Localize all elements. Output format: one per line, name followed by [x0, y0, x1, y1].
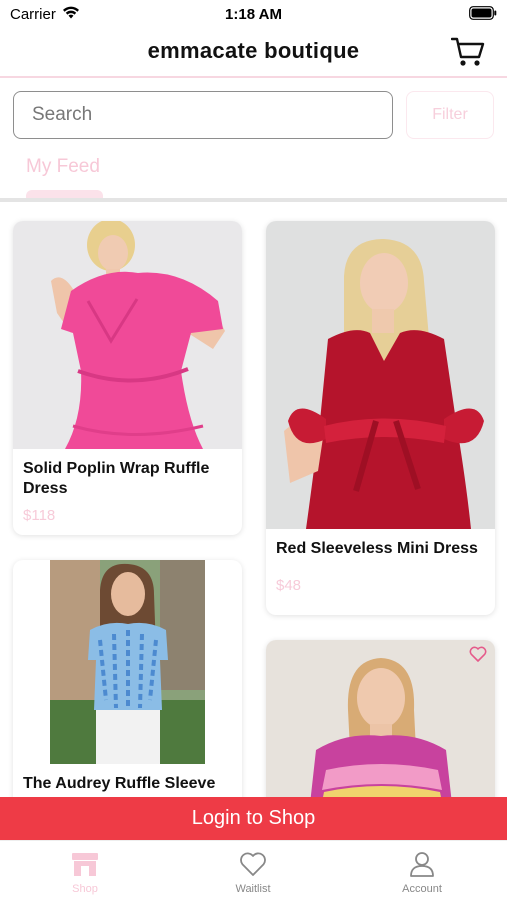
battery-icon	[469, 6, 497, 20]
search-input[interactable]	[13, 91, 393, 139]
tab-waitlist[interactable]: Waitlist	[193, 851, 313, 895]
tab-waitlist-label: Waitlist	[235, 883, 271, 895]
heart-icon	[240, 852, 266, 876]
tab-account[interactable]: Account	[362, 851, 482, 895]
product-card[interactable]: The Audrey Ruffle Sleeve Top	[13, 560, 242, 820]
login-to-shop-button[interactable]: Login to Shop	[0, 797, 507, 840]
filter-button[interactable]: Filter	[406, 91, 494, 139]
favorite-heart-icon[interactable]	[469, 646, 487, 662]
product-card[interactable]: Solid Poplin Wrap Ruffle Dress $118	[13, 221, 242, 535]
product-card[interactable]: Red Sleeveless Mini Dress $48	[266, 221, 495, 615]
tab-shop[interactable]: Shop	[25, 851, 145, 895]
bottom-tab-bar: Shop Waitlist Account	[0, 840, 507, 900]
tab-my-feed[interactable]: My Feed	[26, 156, 100, 178]
tabs-divider	[0, 198, 507, 202]
cart-icon[interactable]	[451, 36, 485, 68]
app-header: emmacate boutique	[0, 28, 507, 78]
product-price: $118	[23, 507, 56, 524]
clock-time: 1:18 AM	[225, 6, 282, 23]
product-name: Solid Poplin Wrap Ruffle Dress	[23, 460, 210, 497]
app-title: emmacate boutique	[147, 38, 360, 63]
product-image	[13, 221, 242, 449]
product-image	[266, 221, 495, 529]
product-name: Red Sleeveless Mini Dress	[276, 540, 478, 557]
user-icon	[410, 852, 434, 877]
product-price: $48	[276, 577, 302, 594]
product-image	[50, 560, 205, 764]
tab-account-label: Account	[402, 883, 442, 895]
tab-shop-label: Shop	[72, 883, 98, 895]
shop-icon	[72, 853, 98, 876]
status-bar: Carrier 1:18 AM	[0, 0, 507, 28]
